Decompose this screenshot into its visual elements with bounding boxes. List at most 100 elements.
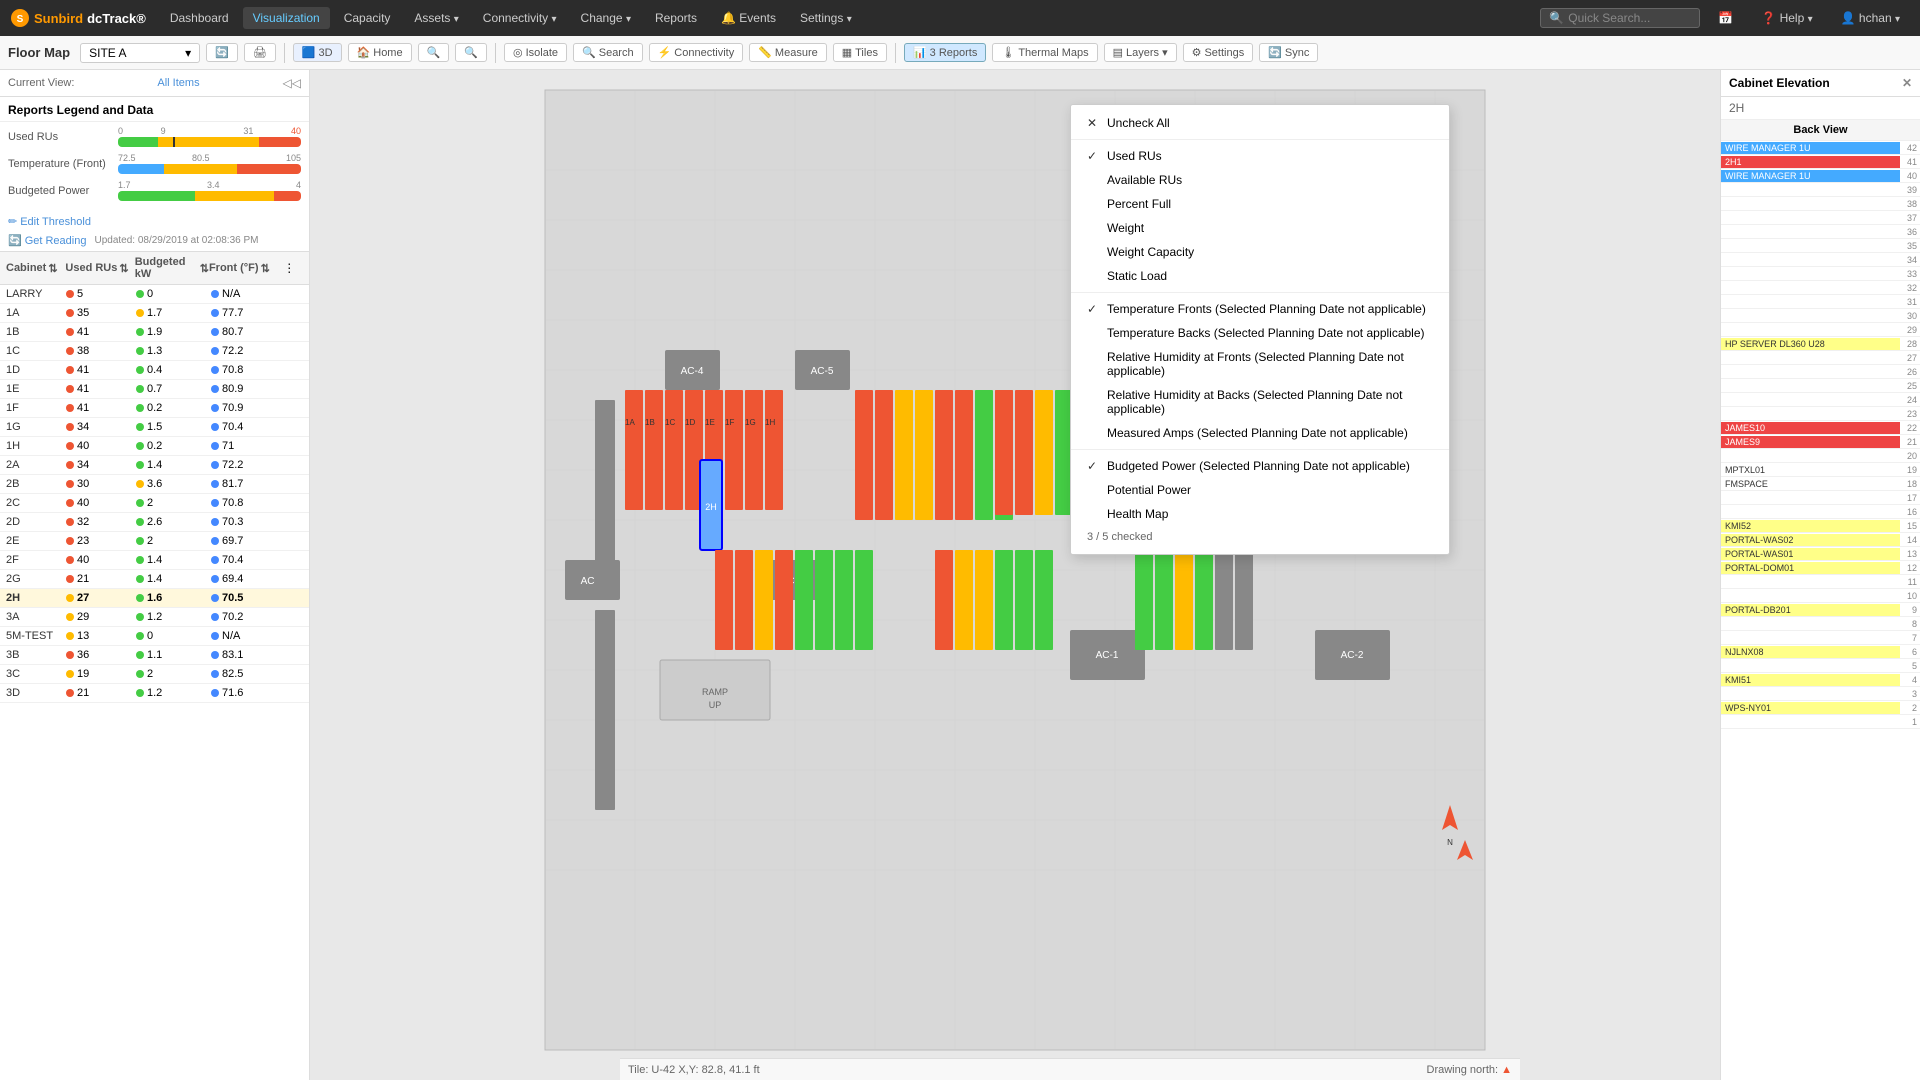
elevation-slot-row[interactable]: 27 bbox=[1721, 351, 1920, 365]
zoom-out-button[interactable]: 🔍 bbox=[455, 43, 487, 62]
elevation-slot-row[interactable]: 7 bbox=[1721, 631, 1920, 645]
available-rus-item[interactable]: Available RUs bbox=[1071, 168, 1449, 192]
nav-change[interactable]: Change ▾ bbox=[571, 7, 641, 29]
elevation-slot-row[interactable]: 36 bbox=[1721, 225, 1920, 239]
print-button[interactable]: 🖨 bbox=[244, 43, 276, 62]
table-row[interactable]: LARRY50N/A bbox=[0, 285, 309, 304]
col-header-budgeted-kw[interactable]: Budgeted kW ⇅ bbox=[135, 256, 209, 280]
elevation-slot-row[interactable]: 17 bbox=[1721, 491, 1920, 505]
table-row[interactable]: 5M-TEST130N/A bbox=[0, 627, 309, 646]
table-row[interactable]: 2A341.472.2 bbox=[0, 456, 309, 475]
nav-user[interactable]: 👤 hchan ▾ bbox=[1831, 7, 1910, 29]
elevation-slot-row[interactable]: PORTAL-WAS0214 bbox=[1721, 533, 1920, 547]
nav-reports[interactable]: Reports bbox=[645, 7, 707, 29]
elevation-slot-row[interactable]: 25 bbox=[1721, 379, 1920, 393]
search-button[interactable]: 🔍 Search bbox=[573, 43, 643, 62]
potential-power-item[interactable]: Potential Power bbox=[1071, 478, 1449, 502]
table-row[interactable]: 3B361.183.1 bbox=[0, 646, 309, 665]
elevation-slot-row[interactable]: 31 bbox=[1721, 295, 1920, 309]
elevation-slot-row[interactable]: 26 bbox=[1721, 365, 1920, 379]
edit-threshold-button[interactable]: ✏ Edit Threshold bbox=[8, 215, 91, 228]
zoom-in-button[interactable]: 🔍 bbox=[418, 43, 450, 62]
reports-button[interactable]: 📊 3 Reports bbox=[904, 43, 986, 62]
sync-button[interactable]: 🔄 Sync bbox=[1259, 43, 1318, 62]
table-row[interactable]: 1D410.470.8 bbox=[0, 361, 309, 380]
temp-fronts-item[interactable]: ✓ Temperature Fronts (Selected Planning … bbox=[1071, 297, 1449, 321]
table-row[interactable]: 3C19282.5 bbox=[0, 665, 309, 684]
elevation-slot-row[interactable]: 38 bbox=[1721, 197, 1920, 211]
table-row[interactable]: 1C381.372.2 bbox=[0, 342, 309, 361]
thermal-maps-button[interactable]: 🌡 Thermal Maps bbox=[992, 43, 1097, 62]
elevation-scroll-area[interactable]: WIRE MANAGER 1U422H141WIRE MANAGER 1U403… bbox=[1721, 141, 1920, 1080]
elevation-slot-row[interactable]: 10 bbox=[1721, 589, 1920, 603]
elevation-slot-row[interactable]: 11 bbox=[1721, 575, 1920, 589]
elevation-slot-row[interactable]: 23 bbox=[1721, 407, 1920, 421]
elevation-slot-row[interactable]: 32 bbox=[1721, 281, 1920, 295]
table-row[interactable]: 3A291.270.2 bbox=[0, 608, 309, 627]
static-load-item[interactable]: Static Load bbox=[1071, 264, 1449, 288]
elevation-slot-row[interactable]: NJLNX086 bbox=[1721, 645, 1920, 659]
humidity-backs-item[interactable]: Relative Humidity at Backs (Selected Pla… bbox=[1071, 383, 1449, 421]
elevation-slot-row[interactable]: HP SERVER DL360 U2828 bbox=[1721, 337, 1920, 351]
elevation-slot-row[interactable]: 39 bbox=[1721, 183, 1920, 197]
table-row[interactable]: 3D211.271.6 bbox=[0, 684, 309, 703]
table-row[interactable]: 1B411.980.7 bbox=[0, 323, 309, 342]
used-rus-item[interactable]: ✓ Used RUs bbox=[1071, 144, 1449, 168]
table-row[interactable]: 2F401.470.4 bbox=[0, 551, 309, 570]
measured-amps-item[interactable]: Measured Amps (Selected Planning Date no… bbox=[1071, 421, 1449, 445]
col-more-options[interactable]: ⋮ bbox=[283, 261, 303, 275]
layers-button[interactable]: ▤ Layers ▾ bbox=[1104, 43, 1177, 62]
tiles-button[interactable]: ▦ Tiles bbox=[833, 43, 887, 62]
elevation-slot-row[interactable]: 33 bbox=[1721, 267, 1920, 281]
col-header-cabinet[interactable]: Cabinet ⇅ bbox=[6, 262, 65, 275]
elevation-slot-row[interactable]: 30 bbox=[1721, 309, 1920, 323]
elevation-slot-row[interactable]: FMSPACE18 bbox=[1721, 477, 1920, 491]
nav-settings[interactable]: Settings ▾ bbox=[790, 7, 862, 29]
connectivity-button[interactable]: ⚡ Connectivity bbox=[649, 43, 744, 62]
elevation-slot-row[interactable]: JAMES921 bbox=[1721, 435, 1920, 449]
floor-map-canvas[interactable]: AC-4 AC-5 AC-1 AC-7 AC-6 AC-1 AC-2 bbox=[310, 70, 1720, 1080]
percent-full-item[interactable]: Percent Full bbox=[1071, 192, 1449, 216]
calendar-icon[interactable]: 📅 bbox=[1708, 7, 1743, 29]
nav-visualization[interactable]: Visualization bbox=[243, 7, 330, 29]
col-header-used-rus[interactable]: Used RUs ⇅ bbox=[65, 262, 134, 275]
elevation-slot-row[interactable]: KMI514 bbox=[1721, 673, 1920, 687]
elevation-slot-row[interactable]: PORTAL-DOM0112 bbox=[1721, 561, 1920, 575]
nav-help[interactable]: ❓ Help ▾ bbox=[1751, 7, 1822, 29]
site-selector[interactable]: SITE A ▾ bbox=[80, 43, 200, 63]
elevation-slot-row[interactable]: KMI5215 bbox=[1721, 519, 1920, 533]
elevation-slot-row[interactable]: PORTAL-DB2019 bbox=[1721, 603, 1920, 617]
elevation-slot-row[interactable]: PORTAL-WAS0113 bbox=[1721, 547, 1920, 561]
elevation-slot-row[interactable]: 16 bbox=[1721, 505, 1920, 519]
quick-search-box[interactable]: 🔍 Quick Search... bbox=[1540, 8, 1700, 28]
col-header-front-temp[interactable]: Front (°F) ⇅ bbox=[209, 262, 283, 275]
current-view-link[interactable]: All Items bbox=[157, 77, 199, 89]
home-button[interactable]: 🏠 Home bbox=[348, 43, 412, 62]
budgeted-power-item[interactable]: ✓ Budgeted Power (Selected Planning Date… bbox=[1071, 454, 1449, 478]
table-row[interactable]: 2G211.469.4 bbox=[0, 570, 309, 589]
temp-backs-item[interactable]: Temperature Backs (Selected Planning Dat… bbox=[1071, 321, 1449, 345]
refresh-button[interactable]: 🔄 bbox=[206, 43, 238, 62]
table-row[interactable]: 2B303.681.7 bbox=[0, 475, 309, 494]
weight-item[interactable]: Weight bbox=[1071, 216, 1449, 240]
health-map-item[interactable]: Health Map bbox=[1071, 502, 1449, 526]
measure-button[interactable]: 📏 Measure bbox=[749, 43, 827, 62]
table-row[interactable]: 2C40270.8 bbox=[0, 494, 309, 513]
close-elevation-icon[interactable]: ✕ bbox=[1902, 76, 1912, 90]
uncheck-all-item[interactable]: ✕ Uncheck All bbox=[1071, 111, 1449, 135]
settings-toolbar-button[interactable]: ⚙ Settings bbox=[1183, 43, 1254, 62]
elevation-slot-row[interactable]: 20 bbox=[1721, 449, 1920, 463]
3d-button[interactable]: 🟦 3D bbox=[293, 43, 342, 62]
elevation-slot-row[interactable]: 3 bbox=[1721, 687, 1920, 701]
table-row[interactable]: 1A351.777.7 bbox=[0, 304, 309, 323]
nav-dashboard[interactable]: Dashboard bbox=[160, 7, 239, 29]
table-row[interactable]: 2E23269.7 bbox=[0, 532, 309, 551]
elevation-slot-row[interactable]: WPS-NY012 bbox=[1721, 701, 1920, 715]
nav-assets[interactable]: Assets ▾ bbox=[404, 7, 468, 29]
elevation-slot-row[interactable]: 2H141 bbox=[1721, 155, 1920, 169]
weight-capacity-item[interactable]: Weight Capacity bbox=[1071, 240, 1449, 264]
elevation-slot-row[interactable]: WIRE MANAGER 1U42 bbox=[1721, 141, 1920, 155]
elevation-slot-row[interactable]: 29 bbox=[1721, 323, 1920, 337]
elevation-slot-row[interactable]: 5 bbox=[1721, 659, 1920, 673]
table-row[interactable]: 1E410.780.9 bbox=[0, 380, 309, 399]
